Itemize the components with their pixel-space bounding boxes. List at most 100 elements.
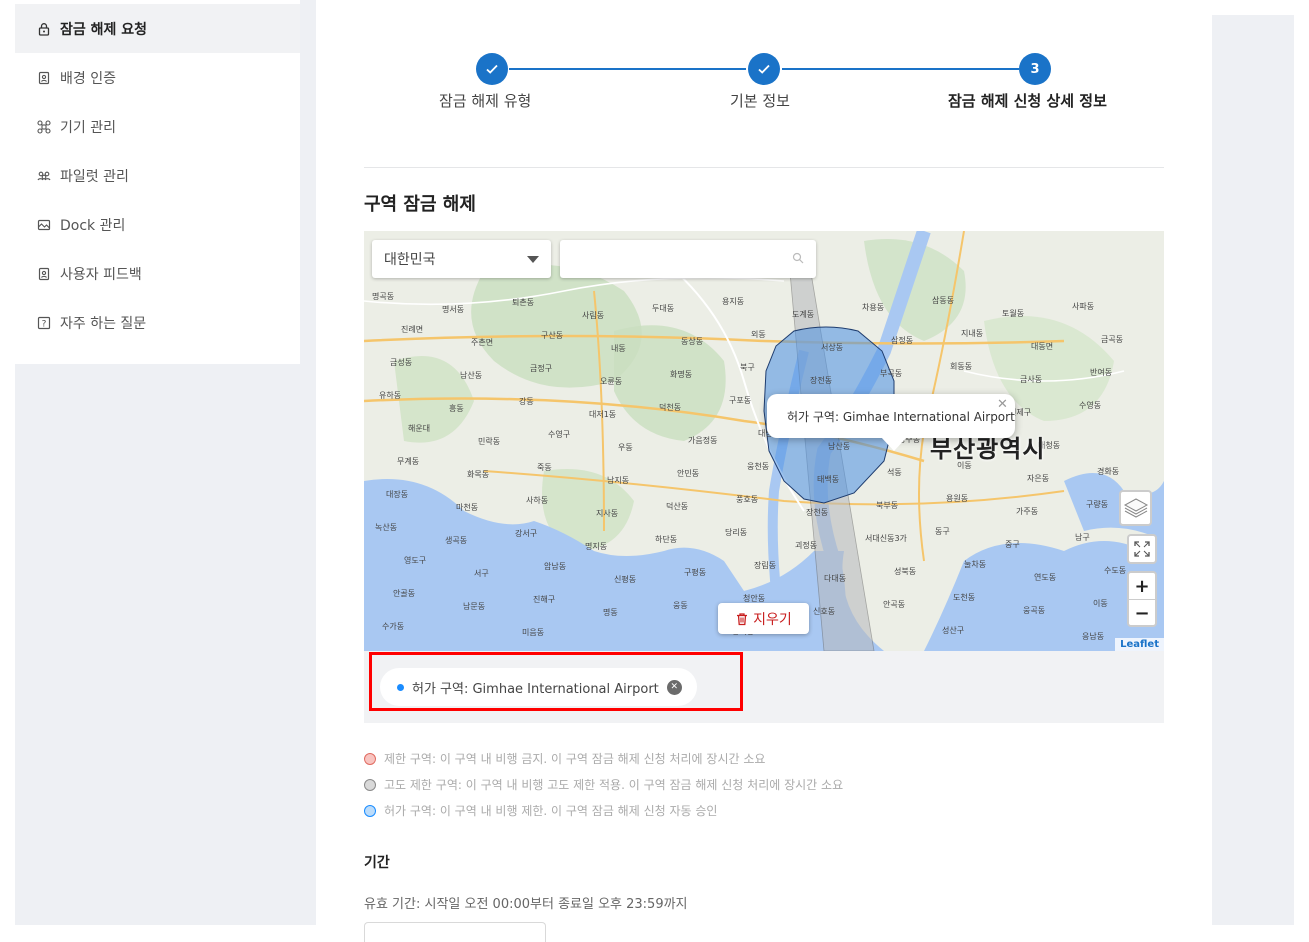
restricted-zone-icon <box>364 752 376 765</box>
period-title: 기간 <box>364 855 390 871</box>
map-place-label: 명동 <box>603 608 618 617</box>
legend-text: 제한 구역: 이 구역 내 비행 금지. 이 구역 잠금 해제 신청 처리에 장… <box>384 752 766 766</box>
zoom-in-button[interactable]: + <box>1129 573 1155 599</box>
map-place-label: 석동 <box>887 468 902 477</box>
map-place-label: 풍호동 <box>736 495 759 504</box>
map-place-label: 성북동 <box>894 567 917 576</box>
map-attribution[interactable]: Leaflet <box>1115 638 1164 651</box>
map-place-label: 남구 <box>1075 533 1090 542</box>
map-place-label: 삼동동 <box>932 296 955 305</box>
map-place-label: 자은동 <box>1027 474 1050 483</box>
section-divider <box>364 167 1164 168</box>
map-place-label: 금정구 <box>530 364 553 373</box>
map-place-label: 흥동 <box>449 404 464 413</box>
fullscreen-button[interactable] <box>1127 534 1157 564</box>
map-search-input[interactable] <box>560 240 816 278</box>
map-place-label: 용지동 <box>722 297 745 306</box>
map-place-label: 안곡동 <box>883 600 906 609</box>
sidebar-item-label: 잠금 해제 요청 <box>60 21 148 38</box>
legend-text: 고도 제한 구역: 이 구역 내 비행 고도 제한 적용. 이 구역 잠금 해제… <box>384 778 844 792</box>
map-place-label: 안민동 <box>677 469 700 478</box>
map-place-label: 사림동 <box>582 311 605 320</box>
map-place-label: 강동 <box>519 397 534 406</box>
sidebar-item-faq[interactable]: ? 자주 하는 질문 <box>15 298 300 347</box>
map-place-label: 가음정동 <box>688 436 718 445</box>
map-place-label: 신평동 <box>614 575 637 584</box>
sidebar-item-background-auth[interactable]: 배경 인증 <box>15 53 300 102</box>
map-place-label: 가주동 <box>1016 507 1039 516</box>
map-place-label: 하단동 <box>655 535 678 544</box>
map-place-label: 사파동 <box>1072 302 1095 311</box>
map-place-label: 명곡동 <box>372 292 395 301</box>
map-place-label: 괴정동 <box>795 541 818 550</box>
map-place-label: 신호동 <box>813 607 836 616</box>
map-place-label: 서대신동3가 <box>865 534 907 543</box>
clear-button-label: 지우기 <box>753 611 792 628</box>
map-place-label: 대동면 <box>1031 342 1054 351</box>
check-icon <box>758 64 770 74</box>
zone-popup-tip <box>881 437 907 451</box>
map-place-label: 용원동 <box>946 494 969 503</box>
map-place-label: 지내동 <box>961 329 984 338</box>
map-place-label: 구평동 <box>684 568 707 577</box>
map-place-label: 토월동 <box>1002 309 1025 318</box>
map-place-label: 퇴촌동 <box>512 298 535 307</box>
map-place-label: 사하동 <box>526 496 549 505</box>
clear-button[interactable]: 지우기 <box>718 603 809 634</box>
map-place-label: 구포동 <box>729 396 752 405</box>
map-place-label: 강서구 <box>515 529 538 538</box>
section-title: 구역 잠금 해제 <box>364 194 476 215</box>
sidebar-item-device-management[interactable]: 기기 관리 <box>15 102 300 151</box>
sidebar-item-user-feedback[interactable]: 사용자 피드백 <box>15 249 300 298</box>
right-panel-background <box>1212 15 1294 925</box>
svg-text:?: ? <box>42 319 47 329</box>
map-place-label: 남산동 <box>828 442 851 451</box>
map-place-label: 태백동 <box>817 475 840 484</box>
zoom-out-button[interactable]: − <box>1129 599 1155 626</box>
country-select[interactable]: 대한민국 <box>372 240 551 278</box>
sidebar-item-unlock-request[interactable]: 잠금 해제 요청 <box>15 4 300 53</box>
sidebar-item-pilot-management[interactable]: 파일럿 관리 <box>15 151 300 200</box>
map-place-label: 영도구 <box>404 556 427 565</box>
trash-icon <box>737 612 748 625</box>
map-place-label: 화목동 <box>467 470 490 479</box>
legend-altitude: 고도 제한 구역: 이 구역 내 비행 고도 제한 적용. 이 구역 잠금 해제… <box>364 776 843 793</box>
map-place-label: 명서동 <box>442 305 465 314</box>
zone-popup: 허가 구역: Gimhae International Airport <box>767 394 1015 438</box>
step-label-current: 잠금 해제 신청 상세 정보 <box>948 92 1107 110</box>
map-place-label: 도계동 <box>792 310 815 319</box>
map-place-label: 오륜동 <box>600 377 623 386</box>
map-place-label: 눌차동 <box>964 560 987 569</box>
close-icon[interactable]: ✕ <box>997 397 1008 412</box>
map-place-label: 화명동 <box>670 370 693 379</box>
map-place-label: 금사동 <box>1020 375 1043 384</box>
help-icon: ? <box>36 315 52 331</box>
map-place-label: 덕천동 <box>659 403 682 412</box>
sidebar-item-label: 자주 하는 질문 <box>60 315 147 332</box>
map-place-label: 우동 <box>618 443 633 452</box>
zoom-control: + − <box>1127 571 1157 627</box>
map-place-label: 서구 <box>474 569 489 578</box>
map-place-label: 해운대 <box>408 424 431 433</box>
map-place-label: 도천동 <box>953 593 976 602</box>
map-place-label: 녹산동 <box>375 523 398 532</box>
zone-map[interactable]: 명곡동 명서동 퇴촌동 사림동 두대동 용지동 도계동 차용동 삼동동 토월동 사파동 진례면 주촌면 구… <box>364 231 1164 651</box>
permitted-zone-icon <box>364 804 376 817</box>
step-2-done-icon <box>748 53 780 85</box>
map-place-label: 남문동 <box>463 602 486 611</box>
layers-button[interactable] <box>1119 490 1152 526</box>
map-place-label: 중구 <box>1005 540 1020 549</box>
country-select-value: 대한민국 <box>384 252 436 268</box>
step-connector <box>509 68 746 70</box>
map-place-label: 수도동 <box>1104 566 1127 575</box>
check-icon <box>486 64 498 74</box>
sidebar-item-label: 기기 관리 <box>60 119 116 136</box>
date-range-input[interactable] <box>364 922 546 942</box>
map-place-label: 외동 <box>751 330 766 339</box>
feedback-icon <box>36 266 52 282</box>
map-place-label: 내동 <box>611 344 626 353</box>
map-place-label: 유하동 <box>379 391 402 400</box>
map-place-label: 구산동 <box>541 331 564 340</box>
sidebar-item-dock-management[interactable]: Dock 관리 <box>15 200 300 249</box>
map-place-label: 진해구 <box>533 595 556 604</box>
